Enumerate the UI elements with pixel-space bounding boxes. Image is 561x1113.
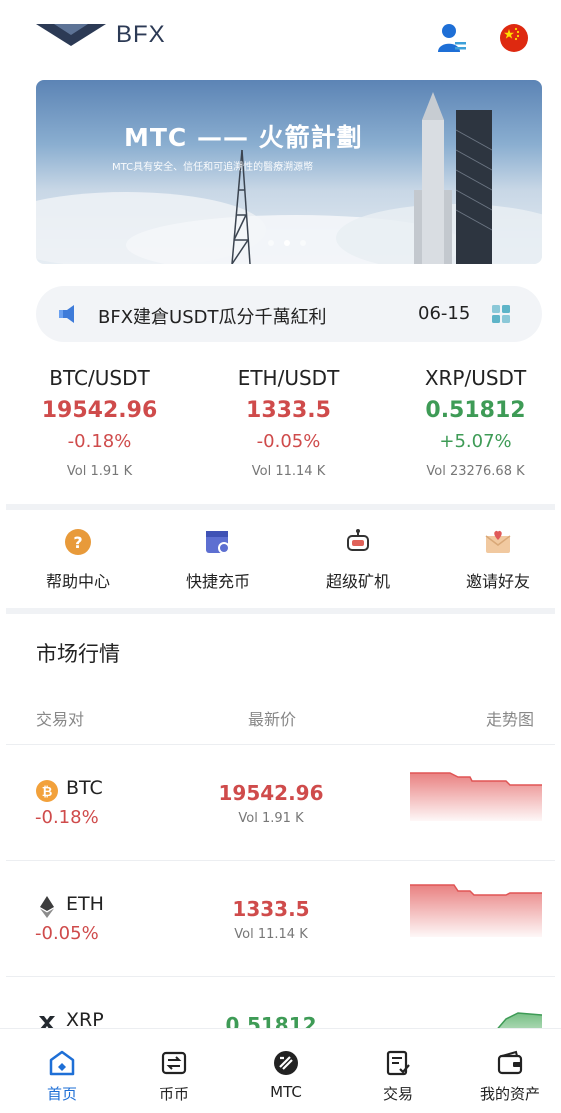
ticker-pair: XRP/USDT xyxy=(424,366,527,390)
column-header-pair: 交易对 xyxy=(36,710,85,729)
china-flag-icon[interactable] xyxy=(500,24,528,52)
coin-volume: Vol 1.91 K xyxy=(238,811,304,826)
coin-price: 1333.5 xyxy=(232,897,310,921)
nav-trade[interactable]: 交易 xyxy=(342,1029,454,1104)
ticker-change: -0.18% xyxy=(67,431,132,452)
coin-price: 19542.96 xyxy=(218,781,324,805)
nav-coin-exchange[interactable]: 币币 xyxy=(118,1029,230,1104)
user-list-icon[interactable] xyxy=(438,22,468,54)
ticker-btc[interactable]: BTC/USDT 19542.96 -0.18% Vol 1.91 K xyxy=(6,360,193,479)
ticker-eth[interactable]: ETH/USDT 1333.5 -0.05% Vol 11.14 K xyxy=(195,360,382,479)
logo-text: BFX xyxy=(116,21,166,48)
coin-exchange-icon xyxy=(161,1051,187,1075)
menu-invite-friends[interactable]: 邀请好友 xyxy=(428,520,561,592)
banner-subtitle: MTC具有安全、信任和可追溯性的醫療溯源幣 xyxy=(112,162,314,173)
ticker-price: 0.51812 xyxy=(425,398,526,423)
help-icon: ? xyxy=(65,529,91,555)
svg-text:?: ? xyxy=(73,533,82,552)
mining-machine-icon xyxy=(347,529,369,551)
announcement-date: 06-15 xyxy=(418,303,471,324)
section-divider xyxy=(6,504,555,510)
trend-sparkline xyxy=(410,772,542,821)
coin-name: BTC xyxy=(66,777,103,799)
quick-deposit-icon xyxy=(206,531,230,554)
menu-help-center[interactable]: ? 帮助中心 xyxy=(8,520,148,592)
menu-quick-deposit[interactable]: 快捷充币 xyxy=(148,520,288,592)
ticker-volume: Vol 1.91 K xyxy=(66,464,133,479)
logo-mark-icon xyxy=(36,24,106,46)
promo-banner[interactable]: MTC —— 火箭計劃 MTC具有安全、信任和可追溯性的醫療溯源幣 xyxy=(36,80,542,264)
header: BFX xyxy=(0,0,561,70)
svg-text:₿: ₿ xyxy=(42,785,53,800)
ticker-strip: BTC/USDT 19542.96 -0.18% Vol 1.91 K ETH/… xyxy=(0,360,561,500)
ticker-price: 19542.96 xyxy=(41,398,158,423)
carousel-dot[interactable] xyxy=(300,240,306,246)
more-grid-icon[interactable] xyxy=(492,305,510,323)
mtc-icon xyxy=(274,1051,298,1075)
market-row-eth[interactable]: ETH -0.05% 1333.5 Vol 11.14 K xyxy=(6,860,555,976)
wallet-icon xyxy=(497,1050,523,1075)
ticker-pair: ETH/USDT xyxy=(237,366,340,390)
banner-title: MTC —— 火箭計劃 xyxy=(124,123,363,152)
nav-label: MTC xyxy=(270,1083,302,1101)
ticker-change: -0.05% xyxy=(256,431,321,452)
coin-change: -0.18% xyxy=(35,807,99,828)
ticker-price: 1333.5 xyxy=(246,398,331,423)
menu-label: 邀请好友 xyxy=(465,572,530,591)
column-header-price: 最新价 xyxy=(248,710,297,729)
market-section-title: 市场行情 xyxy=(36,642,120,666)
invite-envelope-icon xyxy=(485,530,511,553)
quick-menu: ? 帮助中心 快捷充币 超级矿机 邀请好友 xyxy=(0,520,561,610)
nav-label: 交易 xyxy=(382,1085,413,1103)
ticker-pair: BTC/USDT xyxy=(49,366,150,390)
trade-icon xyxy=(386,1050,410,1076)
nav-label: 币币 xyxy=(158,1085,189,1103)
coin-change: -0.05% xyxy=(35,923,99,944)
menu-label: 快捷充币 xyxy=(185,572,250,591)
bottom-navigation: 首页 币币 MTC 交易 我的资产 xyxy=(0,1028,561,1113)
nav-label: 我的资产 xyxy=(479,1085,540,1103)
ticker-volume: Vol 23276.68 K xyxy=(426,464,525,479)
ticker-xrp[interactable]: XRP/USDT 0.51812 +5.07% Vol 23276.68 K xyxy=(382,360,561,479)
nav-my-assets[interactable]: 我的资产 xyxy=(454,1029,561,1104)
nav-home[interactable]: 首页 xyxy=(6,1029,118,1104)
home-icon xyxy=(49,1050,75,1076)
ticker-change: +5.07% xyxy=(439,431,512,452)
section-divider xyxy=(6,608,555,614)
nav-mtc[interactable]: MTC xyxy=(230,1029,342,1101)
speaker-icon xyxy=(59,305,74,323)
carousel-dots xyxy=(268,240,306,246)
carousel-dot-active[interactable] xyxy=(284,240,290,246)
app-logo[interactable]: BFX xyxy=(36,20,166,50)
announcement-bar[interactable]: BFX建倉USDT瓜分千萬紅利 06-15 xyxy=(36,286,542,342)
coin-name: ETH xyxy=(66,893,104,915)
nav-label: 首页 xyxy=(46,1085,77,1103)
column-header-trend: 走势图 xyxy=(486,710,535,729)
market-row-btc[interactable]: ₿ BTC -0.18% 19542.96 Vol 1.91 K xyxy=(6,744,555,860)
announcement-text: BFX建倉USDT瓜分千萬紅利 xyxy=(98,307,327,328)
trend-sparkline xyxy=(410,884,542,937)
btc-icon: ₿ xyxy=(36,780,58,802)
carousel-dot[interactable] xyxy=(268,240,274,246)
menu-label: 超级矿机 xyxy=(325,572,390,591)
menu-super-miner[interactable]: 超级矿机 xyxy=(288,520,428,592)
eth-icon xyxy=(40,896,54,918)
ticker-volume: Vol 11.14 K xyxy=(251,464,326,479)
menu-label: 帮助中心 xyxy=(45,572,110,591)
coin-volume: Vol 11.14 K xyxy=(234,927,308,942)
